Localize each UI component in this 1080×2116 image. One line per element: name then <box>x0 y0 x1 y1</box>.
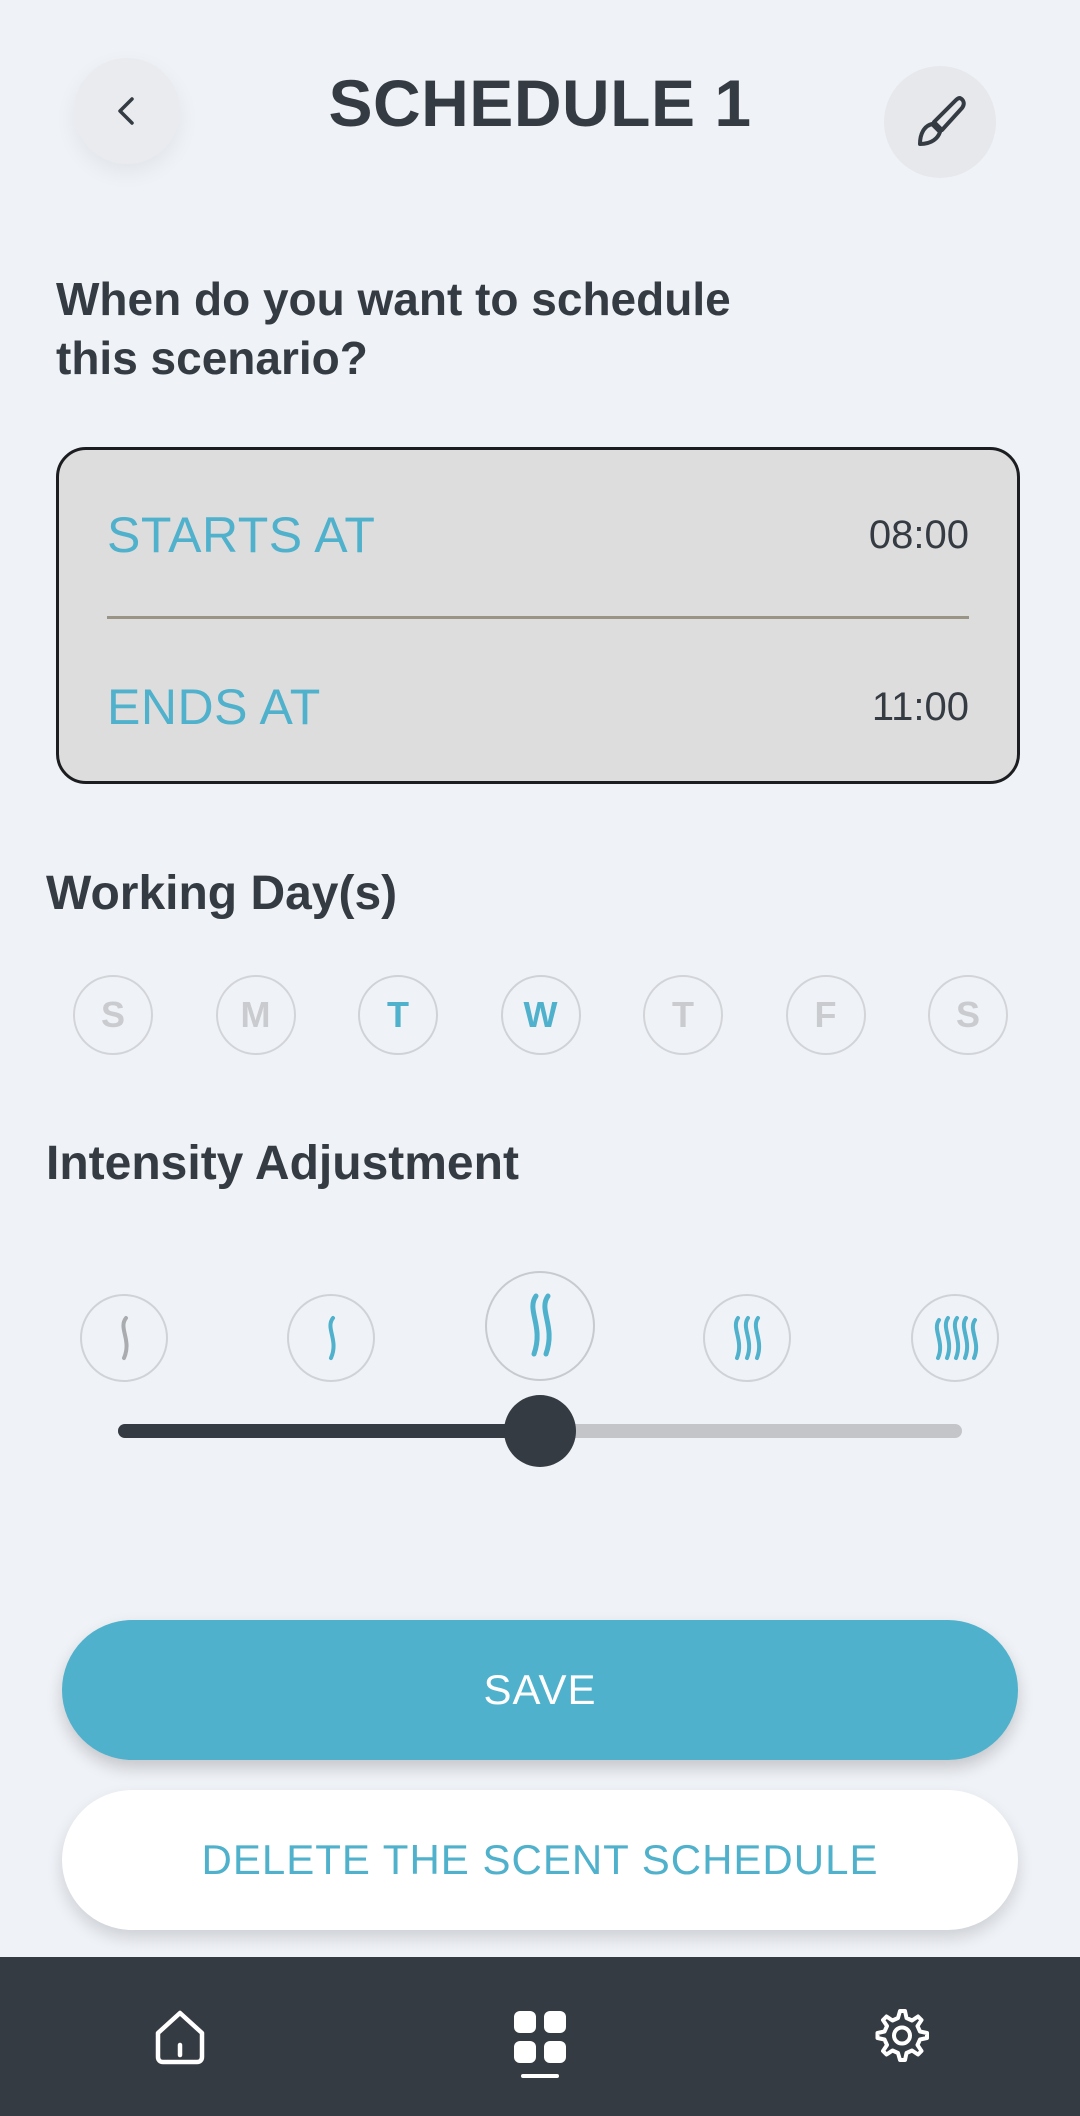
day-toggle-wednesday[interactable]: W <box>500 975 581 1055</box>
day-toggle-tuesday[interactable]: T <box>358 975 438 1055</box>
day-toggle-thursday[interactable]: T <box>643 975 723 1055</box>
intensity-slider-fill <box>118 1424 540 1438</box>
intensity-level-1[interactable] <box>80 1294 168 1382</box>
day-toggle-sunday[interactable]: S <box>73 975 153 1055</box>
scent-wave-4-icon <box>733 1316 762 1360</box>
scent-wave-2-icon <box>328 1316 336 1360</box>
starts-at-value[interactable]: 08:00 <box>869 513 969 558</box>
ends-at-value[interactable]: 11:00 <box>872 685 969 730</box>
intensity-heading: Intensity Adjustment <box>46 1137 519 1190</box>
nav-settings[interactable] <box>800 1957 1000 2116</box>
edit-appearance-button[interactable] <box>884 66 996 178</box>
intensity-level-4[interactable] <box>703 1294 791 1382</box>
schedule-question: When do you want to schedule this scenar… <box>56 273 731 384</box>
delete-schedule-button[interactable]: DELETE THE SCENT SCHEDULE <box>62 1790 1018 1930</box>
back-button[interactable] <box>74 58 180 164</box>
save-button[interactable]: SAVE <box>62 1620 1018 1760</box>
ends-at-row[interactable]: ENDS AT 11:00 <box>107 677 969 737</box>
day-toggle-monday[interactable]: M <box>215 975 296 1055</box>
ends-at-label: ENDS AT <box>107 679 321 735</box>
paint-brush-icon <box>918 96 966 146</box>
intensity-level-2[interactable] <box>287 1294 375 1382</box>
day-toggle-saturday[interactable]: S <box>928 975 1008 1055</box>
starts-at-row[interactable]: STARTS AT 08:00 <box>107 505 969 565</box>
time-range-card: STARTS AT 08:00 ENDS AT 11:00 <box>56 447 1020 784</box>
day-selector: S M T W T F S <box>73 975 1008 1059</box>
working-days-heading: Working Day(s) <box>46 867 398 920</box>
page-title: SCHEDULE 1 <box>328 66 752 140</box>
intensity-level-5[interactable] <box>911 1294 999 1382</box>
chevron-left-icon <box>118 97 134 125</box>
gear-icon <box>875 2008 929 2062</box>
bottom-navigation <box>0 1957 1080 2116</box>
intensity-level-3[interactable] <box>485 1271 595 1381</box>
home-icon <box>155 2010 205 2064</box>
scent-wave-1-icon <box>121 1316 129 1360</box>
nav-schedules[interactable] <box>440 1957 640 2116</box>
scent-wave-5-icon <box>934 1316 979 1360</box>
scent-wave-3-icon <box>530 1293 552 1357</box>
starts-at-label: STARTS AT <box>107 507 376 563</box>
divider <box>107 616 969 619</box>
grid-icon <box>514 2010 566 2063</box>
intensity-slider-thumb[interactable] <box>504 1395 576 1467</box>
nav-home[interactable] <box>80 1957 280 2116</box>
active-tab-indicator <box>521 2074 559 2078</box>
day-toggle-friday[interactable]: F <box>785 975 866 1055</box>
